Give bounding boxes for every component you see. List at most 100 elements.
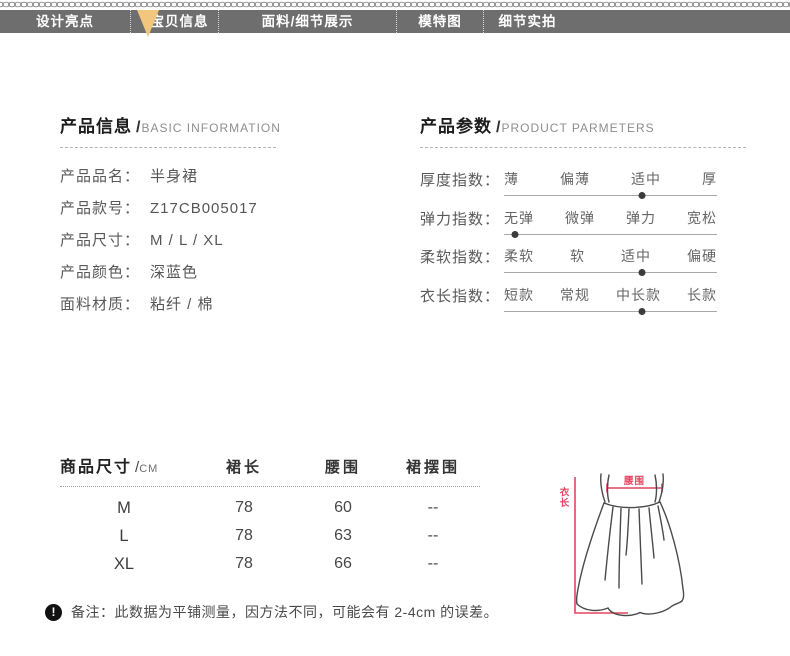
param-options: 柔软 软 适中 偏硬: [504, 246, 717, 266]
parameters-header: 产品参数/PRODUCT PARMETERS: [420, 112, 746, 137]
info-row: 产品款号： Z17CB005017: [60, 197, 380, 229]
parameters-section: 产品参数/PRODUCT PARMETERS 厚度指数：薄偏薄适中厚弹力指数：无…: [420, 112, 746, 323]
size-table-head: 商品尺寸/CM 裙长腰围裙摆围: [60, 453, 480, 487]
measurement-note: ! 备注：此数据为平铺测量，因方法不同，可能会有 2-4cm 的误差。: [45, 602, 498, 622]
param-option: 偏薄: [560, 169, 590, 189]
info-label: 产品款号：: [60, 200, 140, 217]
title-slash: /: [496, 119, 500, 136]
param-row: 弹力指数：无弹微弹弹力宽松: [420, 208, 717, 247]
param-scale: 柔软 软 适中 偏硬: [504, 246, 717, 273]
size-table-row: XL7866--: [60, 550, 480, 578]
param-track: [504, 234, 717, 235]
skirt-measurement-diagram: 衣长 腰围: [550, 450, 765, 630]
param-selected-dot: [511, 231, 518, 238]
param-row: 衣长指数：短款 常规 中长款 长款: [420, 285, 717, 324]
waist-label: 腰围: [623, 476, 645, 487]
param-list: 厚度指数：薄偏薄适中厚弹力指数：无弹微弹弹力宽松柔软指数：柔软软适中偏硬衣长指数…: [420, 169, 746, 323]
param-option: 薄: [504, 169, 519, 189]
section-title: 产品信息: [60, 117, 132, 136]
nav-tab-label: 模特图: [418, 10, 462, 33]
param-option: 偏硬: [687, 246, 717, 266]
param-options: 无弹微弹弹力宽松: [504, 208, 717, 228]
size-cell: XL: [60, 555, 188, 574]
nav-tab-4[interactable]: 模特图: [396, 10, 483, 33]
param-option: 适中: [621, 246, 651, 266]
info-label: 面料材质：: [60, 296, 140, 313]
size-table: 商品尺寸/CM 裙长腰围裙摆围 M7860--L7863--XL7866--: [60, 453, 480, 578]
basic-info-header: 产品信息/BASIC INFORMATION: [60, 112, 380, 137]
note-text: 备注：此数据为平铺测量，因方法不同，可能会有 2-4cm 的误差。: [71, 602, 498, 622]
param-option: 无弹: [504, 208, 534, 228]
active-tab-pointer-icon: [137, 10, 159, 37]
info-value: 粘纤 / 棉: [150, 296, 214, 313]
param-row: 柔软指数：柔软 软 适中 偏硬: [420, 246, 717, 285]
info-value: 半身裙: [150, 168, 198, 185]
header-divider: [60, 147, 276, 148]
size-table-title-text: 商品尺寸: [60, 459, 132, 476]
section-subtitle: BASIC INFORMATION: [141, 121, 280, 135]
param-option: 软: [570, 246, 585, 266]
param-label: 弹力指数：: [420, 208, 504, 229]
param-selected-dot: [639, 269, 646, 276]
nav-tab-label: 设计亮点: [36, 10, 94, 33]
param-options: 薄偏薄适中厚: [504, 169, 717, 189]
size-table-unit: CM: [139, 463, 158, 475]
param-option: 长款: [687, 285, 717, 305]
param-label: 衣长指数：: [420, 285, 504, 306]
param-option: 宽松: [687, 208, 717, 228]
param-option: 弹力: [626, 208, 656, 228]
size-table-column-header: 裙长: [188, 456, 300, 477]
size-cell: L: [60, 527, 188, 546]
value-cell: 63: [300, 527, 386, 545]
param-scale: 薄偏薄适中厚: [504, 169, 717, 196]
param-option: 适中: [631, 169, 661, 189]
param-track: [504, 311, 717, 312]
value-cell: --: [386, 555, 480, 573]
value-cell: 60: [300, 499, 386, 517]
info-value: Z17CB005017: [150, 200, 258, 217]
size-table-row: M7860--: [60, 494, 480, 522]
size-table-column-header: 裙摆围: [386, 456, 480, 477]
nav-tab-3[interactable]: 面料/细节展示: [218, 10, 396, 33]
param-options: 短款 常规 中长款 长款: [504, 285, 717, 305]
basic-info-list: 产品品名：半身裙产品款号：Z17CB005017产品尺寸：M / L / XL产…: [60, 165, 380, 325]
section-subtitle: PRODUCT PARMETERS: [501, 121, 654, 135]
size-table-row: L7863--: [60, 522, 480, 550]
param-scale: 无弹微弹弹力宽松: [504, 208, 717, 235]
value-cell: 78: [188, 499, 300, 517]
value-cell: --: [386, 527, 480, 545]
value-cell: 78: [188, 555, 300, 573]
nav-tab-5[interactable]: 细节实拍: [483, 10, 571, 33]
title-slash: /: [136, 119, 140, 136]
info-label: 产品品名：: [60, 168, 140, 185]
param-option: 常规: [560, 285, 590, 305]
param-scale: 短款 常规 中长款 长款: [504, 285, 717, 312]
size-table-body: M7860--L7863--XL7866--: [60, 487, 480, 578]
info-row: 产品尺寸： M / L / XL: [60, 229, 380, 261]
size-table-title: 商品尺寸/CM: [60, 453, 188, 477]
info-row: 产品颜色： 深蓝色: [60, 261, 380, 293]
nav-tab-label: 细节实拍: [499, 10, 557, 33]
skirt-sketch: 衣长 腰围: [550, 450, 765, 630]
param-selected-dot: [639, 192, 646, 199]
header-divider: [420, 147, 746, 148]
param-label: 柔软指数：: [420, 246, 504, 267]
value-cell: --: [386, 499, 480, 517]
exclamation-icon: !: [45, 604, 62, 621]
value-cell: 78: [188, 527, 300, 545]
nav-tab-1[interactable]: 设计亮点: [0, 10, 130, 33]
info-row: 面料材质： 粘纤 / 棉: [60, 293, 380, 325]
info-value: 深蓝色: [150, 264, 198, 281]
info-value: M / L / XL: [150, 232, 224, 249]
info-label: 产品颜色：: [60, 264, 140, 281]
param-option: 短款: [504, 285, 534, 305]
nav-tab-label: 宝贝信息: [151, 10, 209, 33]
param-option: 柔软: [504, 246, 534, 266]
info-label: 产品尺寸：: [60, 232, 140, 249]
nav-tab-2[interactable]: 宝贝信息: [130, 10, 218, 33]
section-title: 产品参数: [420, 117, 492, 136]
param-label: 厚度指数：: [420, 169, 504, 190]
size-table-column-header: 腰围: [300, 456, 386, 477]
param-option: 中长款: [616, 285, 661, 305]
param-selected-dot: [639, 308, 646, 315]
